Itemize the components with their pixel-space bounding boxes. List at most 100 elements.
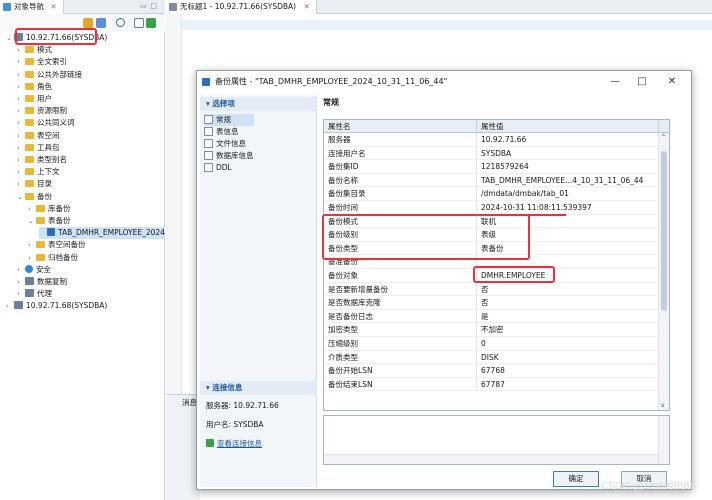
tree-node[interactable]: › 公共同义词 [17, 117, 75, 129]
chevron-down-icon[interactable]: ⌄ [28, 215, 36, 227]
tree-node[interactable]: › 模式 [17, 44, 52, 56]
close-button[interactable]: ✕ [659, 71, 685, 93]
chevron-right-icon[interactable]: › [17, 166, 25, 178]
tree-node[interactable]: › 工具包 [17, 142, 60, 154]
sidebar-item[interactable]: 数据库信息 [204, 150, 254, 162]
table-row[interactable]: 备份集ID 1218579264 [324, 160, 669, 174]
chevron-right-icon[interactable]: › [17, 81, 25, 93]
collapse-icon[interactable] [134, 18, 144, 28]
tree-node[interactable]: › 安全 [17, 264, 51, 276]
chevron-down-icon[interactable]: ⌄ [6, 32, 14, 44]
tree-node[interactable]: ⌄ 表备份 [28, 215, 71, 227]
ok-button[interactable]: 确定 [553, 471, 599, 487]
minimize-button[interactable]: — [602, 71, 628, 93]
tree-node[interactable]: › 类型别名 [17, 154, 67, 166]
tree-node[interactable]: › 表空间 [17, 130, 60, 142]
table-row[interactable]: 备份开始LSN 67768 [324, 364, 669, 378]
chevron-right-icon[interactable]: › [17, 288, 25, 300]
chevron-right-icon[interactable]: › [17, 154, 25, 166]
disconnect-icon[interactable] [96, 18, 106, 28]
scroll-thumb[interactable] [661, 151, 667, 311]
tree-node[interactable]: › 库备份 [28, 203, 71, 215]
editor-current-line[interactable] [182, 20, 712, 30]
column-header-value[interactable]: 属性值 [477, 120, 659, 133]
column-header-name[interactable]: 属性名 [324, 120, 477, 133]
editor-tab-label: 无标题1 - 10.92.71.66(SYSDBA) [180, 2, 297, 11]
chevron-right-icon[interactable]: › [17, 105, 25, 117]
tree-node[interactable]: › 资源限制 [17, 105, 67, 117]
property-value: 0 [481, 339, 486, 348]
chevron-right-icon[interactable]: › [28, 239, 36, 251]
chevron-down-icon[interactable]: ⌄ [17, 191, 25, 203]
tree-node[interactable]: › 公共外部链接 [17, 69, 82, 81]
tree-node[interactable]: › 目录 [17, 178, 52, 190]
dialog-title-bar: 备份属性 - "TAB_DMHR_EMPLOYEE_2024_10_31_11_… [197, 71, 691, 93]
search-icon[interactable] [116, 18, 125, 27]
chevron-right-icon[interactable]: › [17, 264, 25, 276]
folder-icon [25, 70, 34, 78]
view-connection-link[interactable]: 查看连接信息 [206, 438, 262, 449]
select-section-header[interactable]: ▾ 选择项 [200, 97, 317, 111]
view-connection-label: 查看连接信息 [217, 439, 262, 448]
tree-node[interactable]: › 角色 [17, 81, 52, 93]
property-grid: 属性名 属性值 服务器 10.92.71.66 连接用户名 SYSDBA 备份集ID 12… [323, 119, 670, 411]
chevron-right-icon[interactable]: › [28, 203, 36, 215]
message-tab-label[interactable]: 消息 [182, 397, 197, 408]
chevron-right-icon[interactable]: › [6, 300, 14, 312]
chevron-right-icon[interactable]: › [17, 117, 25, 129]
tree-node[interactable]: › 10.92.71.68(SYSDBA) [6, 300, 107, 312]
table-row[interactable]: 备份集目录/dmdata/dmbak/tab_01 [324, 187, 669, 201]
table-row[interactable]: 备份名称 TAB_DMHR_EMPLOYEE...4_10_31_11_06_44 [324, 173, 669, 188]
navigator-tab[interactable]: 对象导航 ✕ [0, 0, 64, 14]
tree-node-selected[interactable]: TAB_DMHR_EMPLOYEE_2024 [39, 227, 165, 240]
tree-node[interactable]: › 用户 [17, 93, 52, 105]
close-icon[interactable]: ✕ [50, 2, 56, 11]
tree-node[interactable]: › 全文索引 [17, 56, 67, 68]
tree-node[interactable]: › 数据复制 [17, 276, 67, 288]
scroll-down-icon[interactable]: v [661, 402, 665, 409]
chevron-right-icon[interactable]: › [17, 69, 25, 81]
connect-icon[interactable] [83, 18, 93, 28]
description-scrollbar[interactable] [658, 416, 669, 464]
scroll-up-icon[interactable]: ^ [661, 134, 666, 141]
tree-node[interactable]: › 表空间备份 [28, 239, 86, 251]
sidebar-item[interactable]: 表信息 [204, 126, 254, 138]
table-row[interactable]: 是否数据库克隆否 [324, 296, 669, 310]
folder-icon [25, 192, 34, 200]
maximize-button[interactable]: □ [629, 71, 655, 93]
sidebar-item[interactable]: 文件信息 [204, 138, 254, 150]
sidebar-item[interactable]: 常规 [204, 114, 254, 126]
tree-node[interactable]: ⌄ 备份 [17, 191, 52, 203]
table-row[interactable]: 连接用户名 SYSDBA [324, 146, 669, 161]
chevron-right-icon[interactable]: › [17, 276, 25, 288]
tree-node[interactable]: › 归档备份 [28, 252, 78, 264]
chevron-right-icon[interactable]: › [17, 56, 25, 68]
tree-node[interactable]: › 上下文 [17, 166, 60, 178]
property-name: 是否备份日志 [324, 309, 477, 323]
table-row[interactable]: 加密类型 不加密 [324, 323, 669, 337]
table-icon [47, 228, 55, 237]
folder-icon [25, 82, 34, 90]
table-row[interactable]: 压缩级别 0 [324, 337, 669, 351]
chevron-right-icon[interactable]: › [17, 44, 25, 56]
link-icon[interactable] [146, 18, 156, 28]
table-row[interactable]: 是否要新增量备份否 [324, 282, 669, 297]
sidebar-item[interactable]: DDL [204, 162, 254, 174]
grid-scrollbar[interactable]: ^ v [658, 133, 669, 410]
table-row[interactable]: 备份结束LSN 67787 [324, 377, 669, 392]
description-hscrollbar[interactable] [324, 454, 658, 464]
property-name: 备份开始LSN [324, 364, 477, 378]
chevron-right-icon[interactable]: › [17, 142, 25, 154]
chevron-right-icon[interactable]: › [17, 93, 25, 105]
connection-section-header[interactable]: ▾ 连接信息 [200, 381, 317, 395]
minimize-maximize-icon[interactable]: ▭□ [140, 2, 161, 10]
tree-node[interactable]: › 代理 [17, 288, 52, 300]
table-row[interactable]: 介质类型 DISK [324, 350, 669, 365]
editor-tab[interactable]: 无标题1 - 10.92.71.66(SYSDBA) ✕ [166, 0, 317, 14]
table-row[interactable]: 服务器 10.92.71.66 [324, 133, 669, 147]
chevron-right-icon[interactable]: › [17, 130, 25, 142]
chevron-right-icon[interactable]: › [17, 178, 25, 190]
chevron-right-icon[interactable]: › [28, 252, 36, 264]
table-row[interactable]: 是否备份日志是 [324, 309, 669, 324]
close-icon[interactable]: ✕ [303, 2, 309, 11]
